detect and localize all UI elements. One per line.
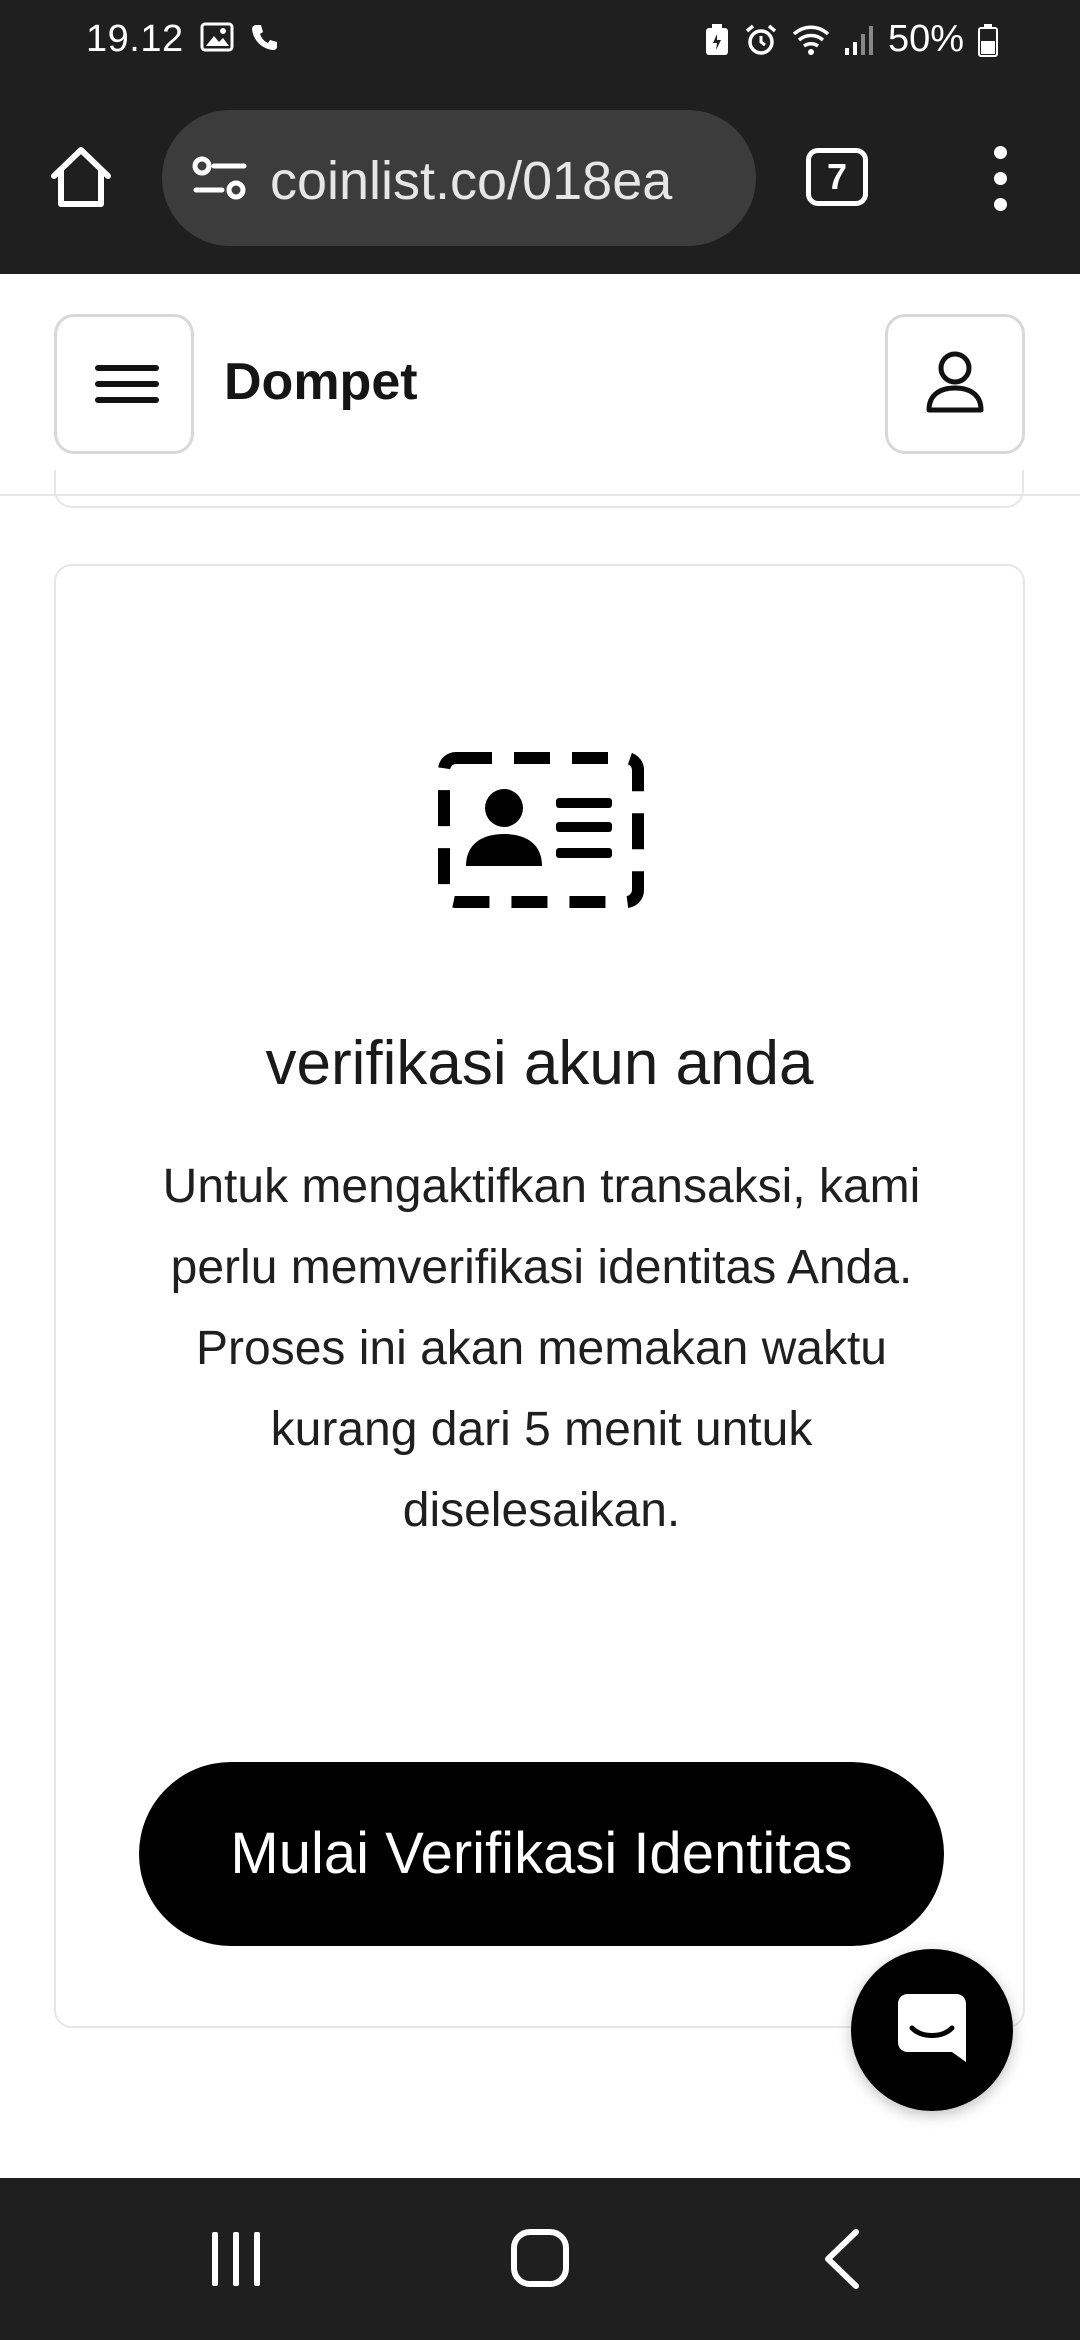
id-card-icon [438,752,644,908]
recent-apps-icon[interactable] [206,2230,266,2288]
page-title: Dompet [224,353,418,411]
wifi-icon [792,24,830,56]
user-icon [923,348,987,421]
card-title: verifikasi akun anda [265,1029,814,1098]
address-bar[interactable]: coinlist.co/018ea [162,110,756,246]
status-time: 19.12 [86,18,184,60]
alarm-icon [744,23,778,57]
browser-home-icon[interactable] [46,142,116,212]
image-icon [200,22,234,52]
app-header: Dompet [0,274,1080,496]
tab-switcher-button[interactable]: 7 [806,148,868,206]
phone-icon [250,22,280,52]
verification-card: verifikasi akun anda Untuk mengaktifkan … [54,564,1025,2028]
signal-icon [844,24,874,56]
hamburger-icon [95,365,159,371]
status-right-icons: 50% [704,18,998,61]
battery-level: 50% [887,18,964,60]
profile-button[interactable] [885,314,1025,454]
status-bar: 19.12 50% [0,0,1080,82]
battery-saver-icon [704,23,730,57]
browser-toolbar: coinlist.co/018ea 7 [0,82,1080,274]
chat-support-button[interactable] [851,1949,1013,2111]
home-icon[interactable] [510,2228,570,2288]
system-navigation-bar [0,2178,1080,2340]
browser-menu-icon[interactable] [984,144,1016,214]
notification-icons [200,22,280,52]
card-description: Untuk mengaktifkan transaksi, kami perlu… [162,1160,921,1537]
chat-icon [894,1990,970,2071]
battery-icon [978,23,998,57]
menu-button[interactable] [54,314,194,454]
site-settings-icon[interactable] [192,152,248,204]
url-text[interactable]: coinlist.co/018ea [270,150,740,212]
back-icon[interactable] [820,2228,864,2290]
start-verification-button[interactable]: Mulai Verifikasi Identitas [139,1762,944,1946]
previous-card-edge [54,470,1024,508]
